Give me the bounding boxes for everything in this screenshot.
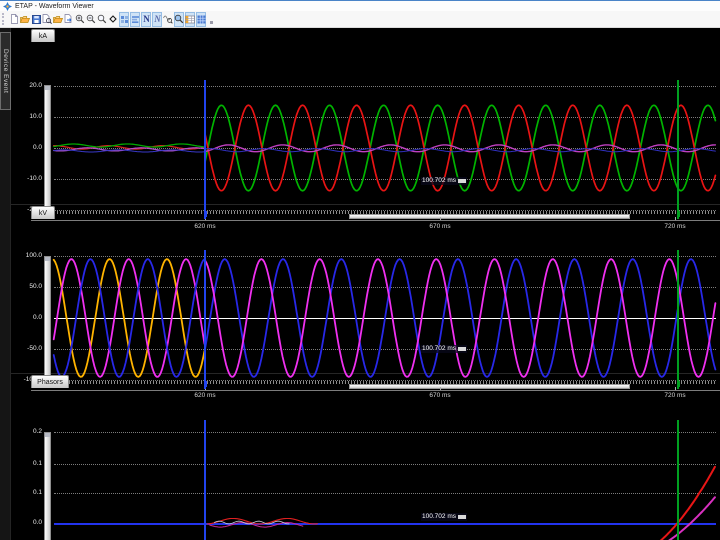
cursor-line-green[interactable] bbox=[677, 80, 679, 219]
N-italic-icon: N bbox=[153, 14, 162, 24]
floppy-icon bbox=[31, 14, 41, 24]
new-file-button[interactable] bbox=[9, 12, 19, 27]
x-axis-label: 720 ms bbox=[664, 223, 686, 230]
marker-button[interactable] bbox=[108, 12, 118, 27]
side-tab-strip: Device Event bbox=[0, 28, 11, 540]
plot-bottom-border bbox=[31, 220, 720, 221]
tile-views-button[interactable] bbox=[119, 11, 129, 27]
tab-phasors[interactable]: Phasors bbox=[31, 375, 69, 388]
grid-icon bbox=[197, 15, 206, 24]
y-axis-label: 20.0 bbox=[29, 82, 42, 89]
page-export-icon bbox=[64, 14, 74, 24]
zoom-selection-button[interactable] bbox=[174, 11, 184, 27]
zoom-out-icon bbox=[86, 14, 96, 24]
toolbar-grip[interactable] bbox=[2, 13, 6, 25]
table-icon bbox=[185, 15, 195, 24]
horizontal-scrollbar[interactable] bbox=[349, 213, 630, 219]
x-axis-tick bbox=[440, 387, 441, 390]
N-icon: N bbox=[142, 14, 151, 24]
main-toolbar: NN bbox=[0, 11, 720, 28]
annotation-handle[interactable] bbox=[457, 347, 466, 351]
title-bar: ETAP - Waveform Viewer bbox=[0, 0, 720, 11]
tab-ka[interactable]: kA bbox=[31, 29, 55, 42]
levels-icon bbox=[131, 15, 140, 24]
annotation-handle[interactable] bbox=[457, 179, 466, 183]
folder-icon bbox=[20, 15, 30, 24]
signal-levels-button[interactable] bbox=[130, 11, 140, 27]
y-axis-label: 100.0 bbox=[25, 252, 42, 259]
x-axis-label: 620 ms bbox=[194, 223, 216, 230]
vertical-scrollbar[interactable] bbox=[44, 256, 51, 380]
etap-waveform-viewer-window: ETAP - Waveform Viewer NN 20.0 10.0 0.0 -10… bbox=[0, 0, 720, 540]
cursor-delta-annotation: 100.702 ms bbox=[421, 345, 467, 353]
cursor-delta-label: 100.702 ms bbox=[422, 345, 456, 352]
cursor-line-green[interactable] bbox=[677, 250, 679, 389]
horizontal-scrollbar[interactable] bbox=[349, 383, 630, 389]
tab-device-event[interactable]: Device Event bbox=[0, 32, 11, 110]
save-button[interactable] bbox=[31, 12, 41, 27]
toolbar-overflow-mark[interactable] bbox=[210, 21, 213, 24]
zoom-in-icon bbox=[75, 14, 85, 24]
ruler-marker-green bbox=[677, 381, 680, 387]
print-preview-button[interactable] bbox=[42, 12, 52, 27]
zoom-fill-icon bbox=[174, 14, 184, 24]
y-axis-label: 0.0 bbox=[32, 314, 42, 321]
cursor-line-blue[interactable] bbox=[204, 250, 206, 389]
app-icon bbox=[3, 1, 12, 11]
y-axis-label: 0.2 bbox=[32, 428, 42, 435]
waveform-client-area: 20.010.00.0-10.0-20.0620 ms670 ms720 ms1… bbox=[0, 28, 720, 540]
page-icon bbox=[10, 14, 19, 24]
page-zoom-icon bbox=[42, 14, 52, 24]
cursor-delta-label: 100.702 ms bbox=[422, 177, 456, 184]
tab-kv[interactable]: kV bbox=[31, 206, 55, 219]
normalized-scale-button[interactable]: N bbox=[152, 11, 162, 27]
folder-icon bbox=[53, 15, 63, 24]
y-axis-label: -50.0 bbox=[27, 345, 42, 352]
y-axis-label: 0.0 bbox=[32, 519, 42, 526]
open-file-button[interactable] bbox=[20, 12, 30, 27]
x-axis-label: 720 ms bbox=[664, 392, 686, 399]
zoom-window-button[interactable] bbox=[97, 12, 107, 27]
cursor-delta-annotation: 100.702 ms bbox=[421, 177, 467, 185]
x-axis-tick bbox=[440, 217, 441, 220]
cursor-delta-label: 100.702 ms bbox=[422, 513, 456, 520]
x-axis-label: 620 ms bbox=[194, 392, 216, 399]
x-axis-tick bbox=[675, 217, 676, 220]
vertical-scrollbar[interactable] bbox=[44, 432, 51, 540]
open-project-button[interactable] bbox=[53, 12, 63, 27]
cursor-line-blue[interactable] bbox=[204, 420, 206, 540]
export-button[interactable] bbox=[64, 12, 74, 27]
y-axis-label: 0.1 bbox=[32, 489, 42, 496]
y-axis-label: -10.0 bbox=[27, 175, 42, 182]
wave-inspect-button[interactable] bbox=[163, 12, 173, 27]
plot-bottom-border bbox=[31, 390, 720, 391]
nominal-scale-button[interactable]: N bbox=[141, 11, 151, 27]
y-axis-label: 0.1 bbox=[32, 460, 42, 467]
data-table-button[interactable] bbox=[185, 11, 195, 27]
zoom-icon bbox=[97, 14, 107, 24]
cursor-line-green[interactable] bbox=[677, 420, 679, 540]
cursor-delta-annotation: 100.702 ms bbox=[421, 513, 467, 521]
y-axis-label: 10.0 bbox=[29, 113, 42, 120]
ruler-marker-blue bbox=[204, 211, 207, 217]
x-axis-tick bbox=[675, 387, 676, 390]
zoom-in-button[interactable] bbox=[75, 12, 85, 27]
y-axis-label: 50.0 bbox=[29, 283, 42, 290]
diamond-icon bbox=[108, 14, 118, 24]
y-axis-label: 0.0 bbox=[32, 144, 42, 151]
svg-text:N: N bbox=[143, 14, 150, 24]
cursor-line-blue[interactable] bbox=[204, 80, 206, 219]
zoom-out-button[interactable] bbox=[86, 12, 96, 27]
wave-zoom-icon bbox=[163, 14, 173, 24]
tile-icon bbox=[120, 15, 129, 24]
x-axis-label: 670 ms bbox=[429, 223, 451, 230]
ruler-marker-blue bbox=[204, 381, 207, 387]
window-title: ETAP - Waveform Viewer bbox=[15, 2, 94, 10]
grid-display-button[interactable] bbox=[196, 11, 206, 27]
ruler-marker-green bbox=[677, 211, 680, 217]
svg-text:N: N bbox=[153, 14, 161, 24]
annotation-handle[interactable] bbox=[457, 515, 466, 519]
vertical-scrollbar[interactable] bbox=[44, 85, 51, 211]
x-axis-label: 670 ms bbox=[429, 392, 451, 399]
